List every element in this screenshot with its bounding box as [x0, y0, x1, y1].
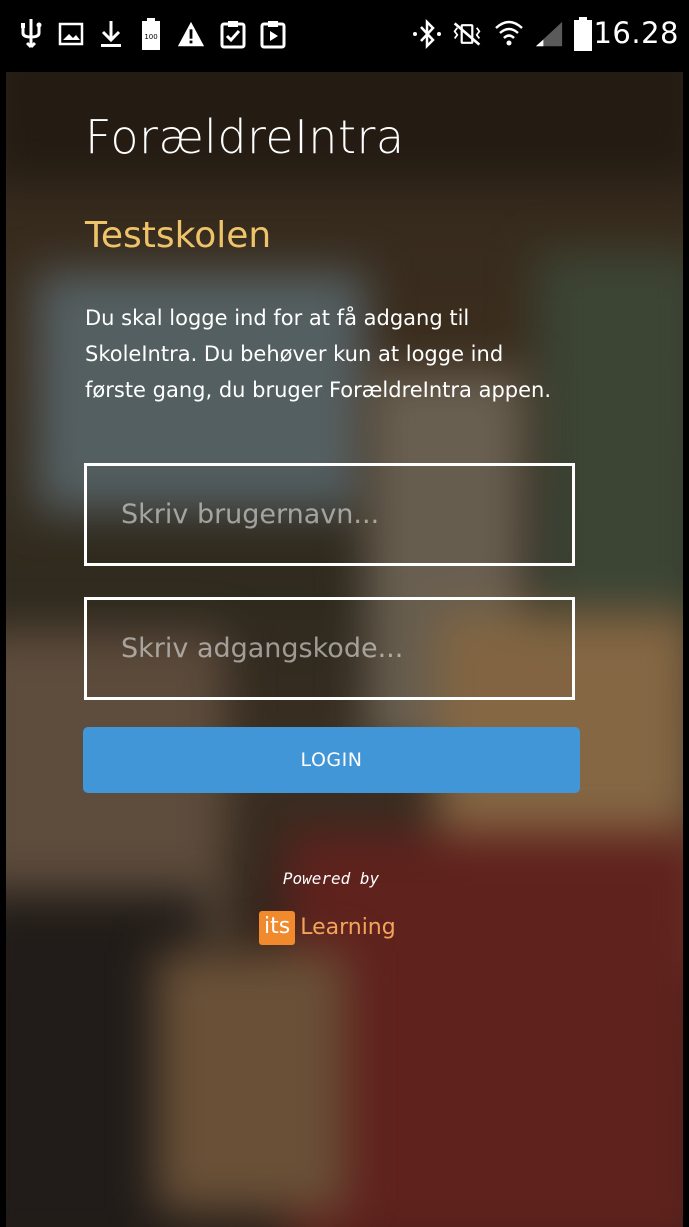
login-screen: ForældreIntra Testskolen Du skal logge i…	[6, 72, 683, 1227]
username-field[interactable]	[84, 463, 575, 566]
download-icon	[96, 14, 126, 54]
intro-text: Du skal logge ind for at få adgang til S…	[85, 306, 552, 402]
clipboard-play-icon	[258, 14, 288, 54]
bluetooth-icon	[412, 14, 442, 54]
login-button[interactable]: LOGIN	[83, 727, 580, 793]
username-input[interactable]	[87, 466, 572, 563]
signal-icon	[534, 14, 564, 54]
login-content: ForældreIntra Testskolen Du skal logge i…	[6, 72, 683, 1227]
svg-text:100: 100	[144, 33, 157, 41]
clipboard-check-icon	[218, 14, 248, 54]
warning-icon	[176, 14, 206, 54]
vibrate-mute-icon	[452, 14, 482, 54]
password-input[interactable]	[87, 600, 572, 697]
status-bar: 100 16.28	[0, 0, 689, 72]
phone-screen: 100 16.28 ForældreIntra Testskolen Du sk…	[0, 0, 689, 1227]
usb-icon	[16, 14, 46, 54]
password-field[interactable]	[84, 597, 575, 700]
logo-learning: Learning	[300, 915, 396, 940]
powered-by-text: Powered by	[282, 869, 380, 888]
app-title: ForældreIntra	[85, 110, 405, 164]
wifi-icon	[494, 14, 524, 54]
logo-its: its	[259, 911, 296, 945]
status-time: 16.28	[593, 16, 679, 50]
itslearning-logo[interactable]: its Learning	[259, 909, 396, 947]
school-name: Testskolen	[85, 215, 272, 256]
battery-100-icon: 100	[136, 14, 166, 54]
image-icon	[56, 14, 86, 54]
